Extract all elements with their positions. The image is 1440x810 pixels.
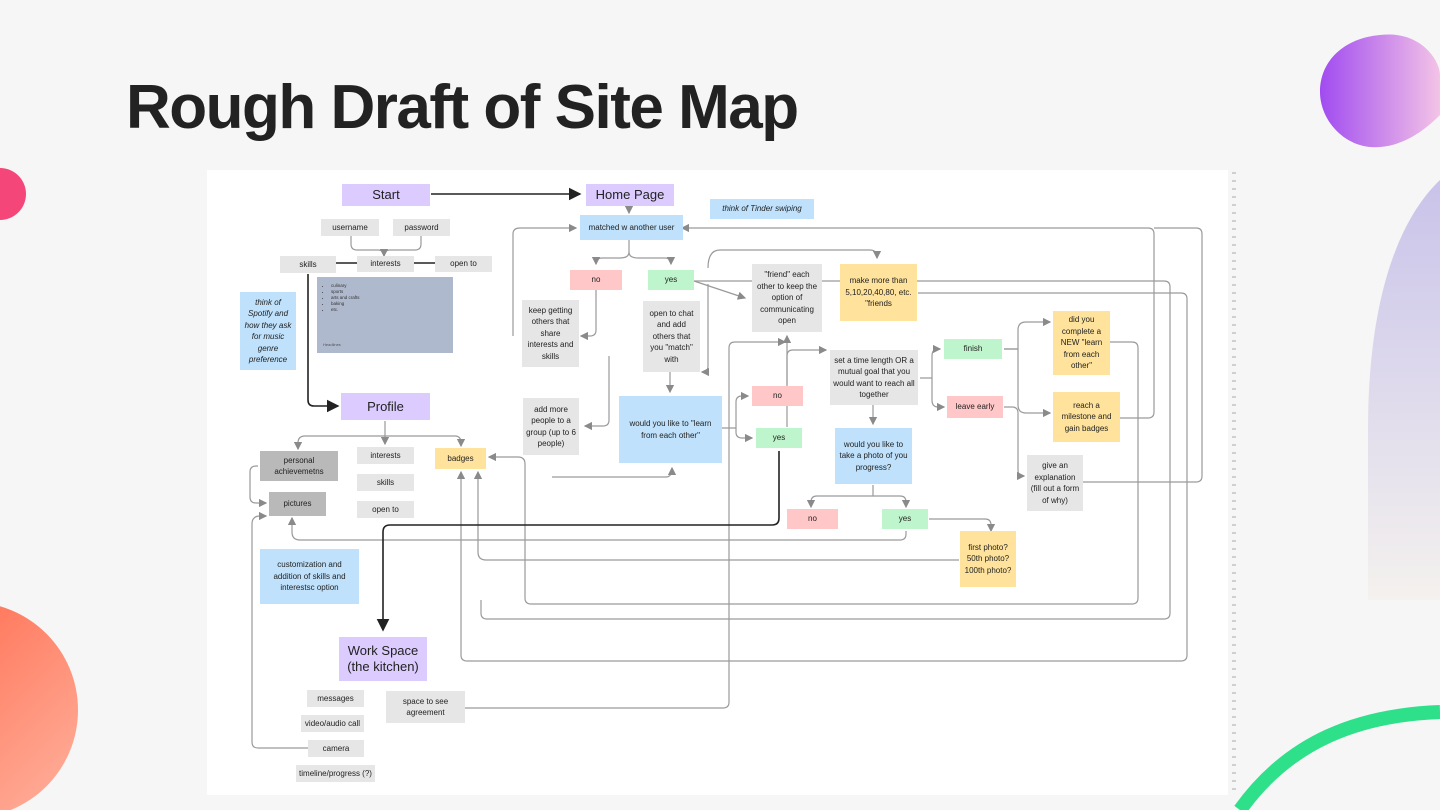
password-node: password <box>393 219 450 236</box>
skills-node: skills <box>280 256 336 273</box>
password-label: password <box>404 222 439 232</box>
keep-getting-node: keep getting others that share interests… <box>522 300 579 367</box>
tinder-note: think of Tinder swiping <box>710 199 814 219</box>
home-page-label: Home Page <box>595 187 665 202</box>
space-agreement-node: space to see agreement <box>386 691 465 723</box>
set-time-node: set a time length OR a mutual goal that … <box>830 350 918 405</box>
yes-node-1: yes <box>648 270 694 290</box>
give-explanation-node: give an explanation (fill out a form of … <box>1027 455 1083 511</box>
messages-label: messages <box>317 693 354 703</box>
yes-node-2: yes <box>756 428 802 448</box>
friend-each-other-node: "friend" each other to keep the option o… <box>752 264 822 332</box>
no-label: no <box>591 275 601 285</box>
profile-interests-label: interests <box>370 450 401 460</box>
customization-label: customization and addition of skills and… <box>273 560 346 593</box>
pictures-label: pictures <box>283 499 312 509</box>
profile-node: Profile <box>341 393 430 420</box>
finish-label: finish <box>963 344 983 354</box>
start-label: Start <box>372 187 400 202</box>
interests-panel-list: culinary sports arts and crafts baking e… <box>317 283 453 313</box>
spotify-note-text: think of Spotify and how they ask for mu… <box>244 297 292 365</box>
add-more-people-label: add more people to a group (up to 6 peop… <box>526 404 576 449</box>
no-node-1: no <box>570 270 622 290</box>
interests-node: interests <box>357 256 414 272</box>
home-page-node: Home Page <box>586 184 674 206</box>
profile-label: Profile <box>367 398 404 414</box>
customization-node: customization and addition of skills and… <box>260 549 359 604</box>
open-to-chat-label: open to chat and add others that you "ma… <box>649 308 694 364</box>
pictures-node: pictures <box>269 492 326 516</box>
leave-early-node: leave early <box>947 396 1003 418</box>
no-label: no <box>773 391 782 401</box>
messages-node: messages <box>307 690 364 707</box>
camera-label: camera <box>322 743 350 753</box>
make-more-friends-label: make more than 5,10,20,40,80, etc. "frie… <box>845 276 912 309</box>
did-you-complete-label: did you complete a NEW "learn from each … <box>1060 315 1103 371</box>
open-to-chat-node: open to chat and add others that you "ma… <box>643 301 700 372</box>
yes-label: yes <box>664 275 678 285</box>
keep-getting-label: keep getting others that share interests… <box>527 305 574 361</box>
timeline-label: timeline/progress (?) <box>299 768 372 778</box>
timeline-node: timeline/progress (?) <box>296 765 375 782</box>
photo-milestones-node: first photo? 50th photo? 100th photo? <box>960 531 1016 587</box>
badges-node: badges <box>435 448 486 469</box>
workspace-label: Work Space (the kitchen) <box>347 643 419 674</box>
no-node-2: no <box>752 386 803 406</box>
panel-caption: Headlines <box>323 342 341 347</box>
set-time-label: set a time length OR a mutual goal that … <box>833 355 915 400</box>
reach-milestone-label: reach a milestone and gain badges <box>1061 400 1112 433</box>
start-node: Start <box>342 184 430 206</box>
yes-label: yes <box>898 514 912 524</box>
learn-from-each-other-label: would you like to "learn from each other… <box>629 419 712 440</box>
personal-achievements-node: personal achievemetns <box>260 451 338 481</box>
workspace-node: Work Space (the kitchen) <box>339 637 427 681</box>
open-to-node: open to <box>435 256 492 272</box>
make-more-friends-node: make more than 5,10,20,40,80, etc. "frie… <box>840 264 917 321</box>
yes-label: yes <box>772 433 786 443</box>
yes-node-3: yes <box>882 509 928 529</box>
badges-label: badges <box>447 453 474 463</box>
photo-question-label: would you like to take a photo of you pr… <box>839 439 908 472</box>
interests-panel: culinary sports arts and crafts baking e… <box>317 277 453 353</box>
spotify-note: think of Spotify and how they ask for mu… <box>240 292 296 370</box>
learn-from-each-other-node: would you like to "learn from each other… <box>619 396 722 463</box>
finish-node: finish <box>944 339 1002 359</box>
video-call-node: video/audio call <box>301 715 364 732</box>
tinder-note-text: think of Tinder swiping <box>722 204 802 214</box>
profile-open-to-label: open to <box>372 504 399 514</box>
reach-milestone-node: reach a milestone and gain badges <box>1053 392 1120 442</box>
photo-question-node: would you like to take a photo of you pr… <box>835 428 912 484</box>
camera-node: camera <box>308 740 364 757</box>
matched-node: matched w another user <box>580 215 683 240</box>
no-node-3: no <box>787 509 838 529</box>
photo-milestones-label: first photo? 50th photo? 100th photo? <box>964 542 1012 575</box>
add-more-people-node: add more people to a group (up to 6 peop… <box>523 398 579 455</box>
username-node: username <box>321 219 379 236</box>
space-agreement-label: space to see agreement <box>402 696 449 718</box>
personal-achievements-label: personal achievemetns <box>274 455 324 477</box>
matched-label: matched w another user <box>588 222 675 232</box>
profile-skills-label: skills <box>376 477 395 487</box>
profile-open-to-node: open to <box>357 501 414 518</box>
friend-each-other-label: "friend" each other to keep the option o… <box>756 270 818 326</box>
skills-label: skills <box>299 259 317 269</box>
video-call-label: video/audio call <box>304 718 361 728</box>
interests-label: interests <box>370 259 401 269</box>
open-to-label: open to <box>450 259 477 269</box>
profile-interests-node: interests <box>357 447 414 464</box>
no-label: no <box>808 514 817 524</box>
did-you-complete-node: did you complete a NEW "learn from each … <box>1053 311 1110 375</box>
give-explanation-label: give an explanation (fill out a form of … <box>1030 461 1080 505</box>
panel-item: etc. <box>331 307 453 313</box>
username-label: username <box>332 222 368 232</box>
leave-early-label: leave early <box>955 402 995 412</box>
profile-skills-node: skills <box>357 474 414 491</box>
